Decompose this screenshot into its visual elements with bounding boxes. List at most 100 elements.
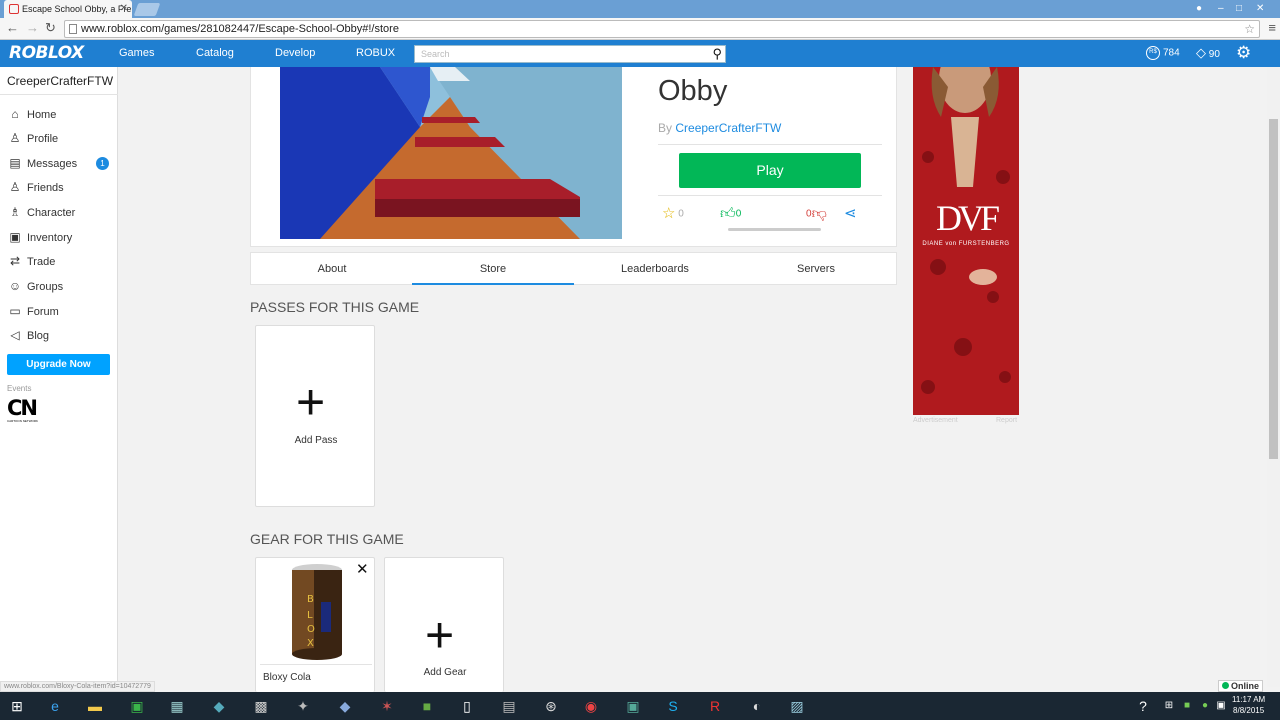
messages-icon: ▤ xyxy=(9,156,21,170)
tickets-balance[interactable]: ◇ 90 xyxy=(1196,46,1220,62)
add-pass-card[interactable]: + Add Pass xyxy=(255,325,375,507)
app-icon[interactable]: ▩ xyxy=(250,696,272,716)
app-icon[interactable]: ▣ xyxy=(622,696,644,716)
sidebar-item-inventory[interactable]: ▣ Inventory xyxy=(7,227,112,247)
roblox-logo[interactable]: ROBLOX xyxy=(9,43,84,63)
sidebar-item-home[interactable]: ⌂ Home xyxy=(7,104,112,124)
robux-balance[interactable]: R$ 784 xyxy=(1146,46,1180,61)
minimize-button[interactable]: – xyxy=(1218,0,1224,18)
forward-icon[interactable]: → xyxy=(26,20,39,35)
forum-icon: ▭ xyxy=(9,304,21,318)
app-icon[interactable]: ✦ xyxy=(292,696,314,716)
settings-gear-icon[interactable]: ⚙ xyxy=(1236,44,1251,62)
upvote-button[interactable]: 👍︎0 xyxy=(720,206,741,223)
share-icon[interactable]: ⋖ xyxy=(844,206,857,223)
sidebar-username[interactable]: CreeperCrafterFTW xyxy=(7,74,113,88)
cartoon-network-logo[interactable]: CN CARTOON NETWORK xyxy=(7,397,49,423)
app-icon[interactable]: ◆ xyxy=(208,696,230,716)
gear-item-name[interactable]: Bloxy Cola xyxy=(263,672,311,683)
help-icon[interactable]: ? xyxy=(1132,696,1154,716)
file-explorer-icon[interactable]: ▬ xyxy=(84,696,106,716)
minecraft-icon[interactable]: ■ xyxy=(416,696,438,716)
system-clock[interactable]: 11:17 AM 8/8/2015 xyxy=(1232,694,1265,716)
trade-icon: ⇄ xyxy=(9,254,21,268)
nav-catalog[interactable]: Catalog xyxy=(196,47,234,59)
skype-icon[interactable]: S xyxy=(662,696,684,716)
sidebar-item-character[interactable]: ♗ Character xyxy=(7,202,112,222)
tickets-icon: ◇ xyxy=(1196,45,1206,60)
advertisement-banner[interactable]: DVF DIANE von FURSTENBERG xyxy=(913,67,1019,415)
add-gear-card[interactable]: + Add Gear xyxy=(384,557,504,692)
downvote-button[interactable]: 0👎︎ xyxy=(806,206,827,223)
online-status[interactable]: Online xyxy=(1218,680,1264,692)
bloxy-cola-image: B L O X xyxy=(292,564,342,660)
app-icon[interactable]: ⊛ xyxy=(540,696,562,716)
tab-servers[interactable]: Servers xyxy=(735,253,897,285)
search-icon[interactable]: ⚲ xyxy=(712,47,722,61)
url-input[interactable]: www.roblox.com/games/281082447/Escape-Sc… xyxy=(64,20,1260,38)
sidebar-item-forum[interactable]: ▭ Forum xyxy=(7,301,112,321)
tickets-count: 90 xyxy=(1208,49,1220,60)
online-label: Online xyxy=(1231,681,1260,691)
tab-store[interactable]: Store xyxy=(412,253,574,285)
sidebar-item-label: Trade xyxy=(27,256,56,268)
windows-start-icon[interactable]: ⊞ xyxy=(6,696,28,716)
back-icon[interactable]: ← xyxy=(6,20,19,35)
reload-icon[interactable]: ↻ xyxy=(45,20,56,36)
creator-link[interactable]: CreeperCrafterFTW xyxy=(675,121,781,135)
gear-section-title: GEAR FOR THIS GAME xyxy=(250,531,404,547)
app-icon[interactable]: ◆ xyxy=(334,696,356,716)
sidebar-item-friends[interactable]: ♙ Friends xyxy=(7,177,112,197)
app-icon[interactable]: ✶ xyxy=(376,696,398,716)
tray-icon[interactable]: ▣ xyxy=(1210,696,1232,716)
store-icon[interactable]: ▣ xyxy=(126,696,148,716)
internet-explorer-icon[interactable]: e xyxy=(44,696,66,716)
obs-icon[interactable]: ◐ xyxy=(746,696,768,716)
play-button[interactable]: Play xyxy=(679,153,861,188)
remove-gear-icon[interactable]: ✕ xyxy=(356,560,369,578)
bookmark-star-icon[interactable]: ☆ xyxy=(1244,21,1255,37)
game-details-card: Obby By CreeperCrafterFTW Play ☆ 0 👍︎0 0… xyxy=(250,67,897,247)
page-scrollbar[interactable] xyxy=(1267,67,1280,687)
tab-leaderboards[interactable]: Leaderboards xyxy=(574,253,736,285)
tab-about[interactable]: About xyxy=(251,253,413,285)
favorite-button[interactable]: ☆ 0 xyxy=(662,206,684,223)
game-thumbnail[interactable] xyxy=(280,67,622,239)
browser-tab[interactable]: Escape School Obby, a Fre ✕ xyxy=(4,0,132,18)
sidebar-item-messages[interactable]: ▤ Messages 1 xyxy=(7,153,112,173)
friends-icon: ♙ xyxy=(9,180,21,194)
sidebar-item-groups[interactable]: ☺ Groups xyxy=(7,276,112,296)
nav-robux[interactable]: ROBUX xyxy=(356,47,395,59)
chrome-icon[interactable]: ◉ xyxy=(580,696,602,716)
thumbs-up-icon: 👍︎ xyxy=(720,205,736,222)
sidebar-item-blog[interactable]: ◁ Blog xyxy=(7,325,112,345)
app-icon[interactable]: ▨ xyxy=(786,696,808,716)
advertisement-label: Advertisement xyxy=(913,417,958,424)
maximize-button[interactable]: □ xyxy=(1236,0,1242,18)
scrollbar-thumb[interactable] xyxy=(1269,119,1278,459)
online-dot-icon xyxy=(1222,682,1229,689)
browser-menu-icon[interactable]: ≡ xyxy=(1268,20,1276,35)
nav-develop[interactable]: Develop xyxy=(275,47,315,59)
roblox-studio-icon[interactable]: R xyxy=(704,696,726,716)
document-icon[interactable]: ▯ xyxy=(456,696,478,716)
nav-games[interactable]: Games xyxy=(119,47,154,59)
cola-label-letter: O xyxy=(307,624,315,635)
close-tab-icon[interactable]: ✕ xyxy=(120,0,128,18)
game-title: Obby xyxy=(658,75,728,107)
thumbs-down-icon: 👎︎ xyxy=(811,205,827,222)
report-ad-link[interactable]: Report xyxy=(996,417,1017,424)
app-icon[interactable]: ▤ xyxy=(498,696,520,716)
url-text: www.roblox.com/games/281082447/Escape-Sc… xyxy=(81,23,399,35)
new-tab-button[interactable] xyxy=(133,3,161,16)
gear-item-card[interactable]: B L O X ✕ Bloxy Cola xyxy=(255,557,375,692)
upgrade-now-button[interactable]: Upgrade Now xyxy=(7,354,110,375)
close-window-button[interactable]: ✕ xyxy=(1256,0,1264,18)
divider xyxy=(260,664,372,665)
search-input[interactable]: Search ⚲ xyxy=(414,45,726,63)
blog-icon: ◁ xyxy=(10,328,20,342)
user-icon[interactable]: ● xyxy=(1196,0,1202,18)
calculator-icon[interactable]: ▦ xyxy=(166,696,188,716)
sidebar-item-profile[interactable]: ♙ Profile xyxy=(7,128,112,148)
sidebar-item-trade[interactable]: ⇄ Trade xyxy=(7,251,112,271)
